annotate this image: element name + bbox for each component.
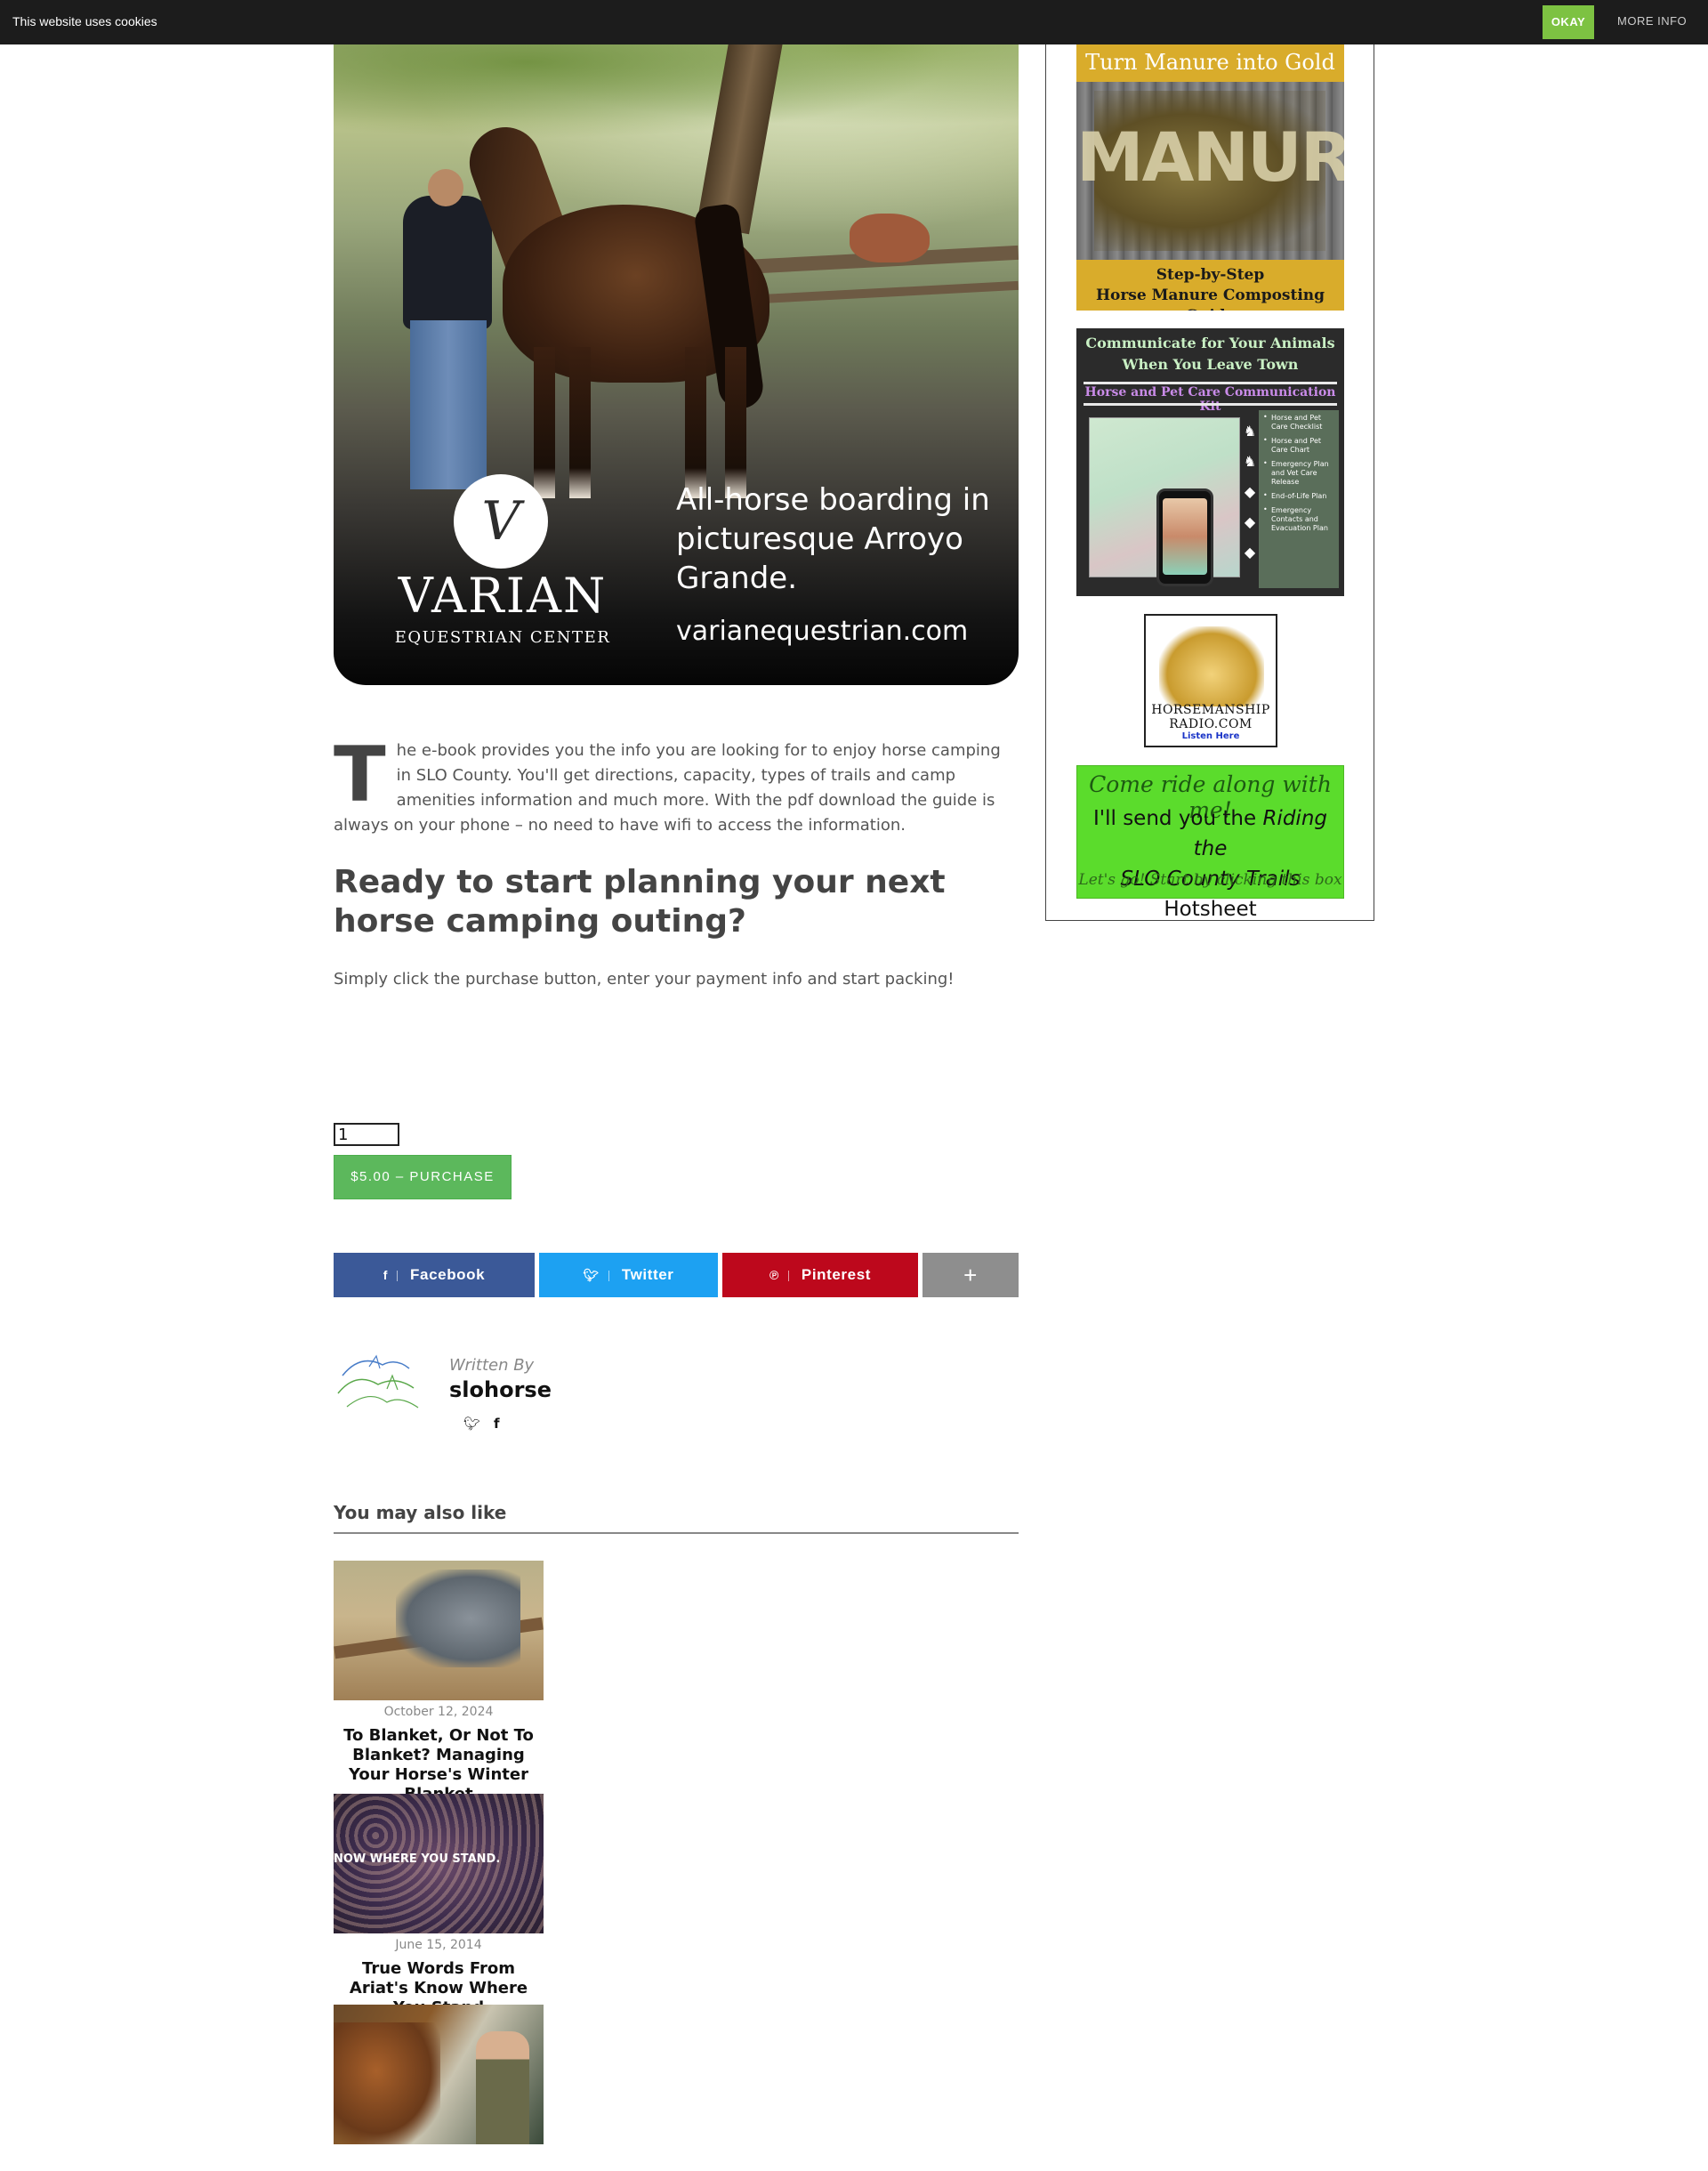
manure-guide-ad[interactable]: Turn Manure into Gold MANURE Step-by-Ste… [1076,43,1344,311]
quantity-input[interactable] [334,1123,399,1146]
related-date: June 15, 2014 [395,1938,482,1952]
horsemanship-radio-ad[interactable]: HORSEMANSHIP RADIO.COM Listen Here [1144,614,1277,747]
radio-ad-line-2: RADIO.COM [1169,717,1253,731]
kit-ad-title-1: Communicate for Your Animals [1085,335,1335,351]
ride-along-ad[interactable]: Come ride along with me! I'll send you t… [1076,765,1344,921]
kit-item-list: Horse and Pet Care Checklist Horse and P… [1259,410,1339,588]
radio-listen-link[interactable]: Listen Here [1146,731,1276,741]
dropcap: T [334,730,386,819]
radio-ad-line-1: HORSEMANSHIP [1151,703,1270,717]
varian-logo-icon: V [454,474,548,569]
cookie-bar: This website uses cookies OKAY MORE INFO [0,0,1708,44]
share-pinterest-label: Pinterest [801,1266,872,1283]
share-facebook-label: Facebook [410,1266,486,1283]
author-name-link[interactable]: slohorse [449,1377,552,1402]
written-by-label: Written By [449,1356,535,1375]
kit-item: Emergency Contacts and Evacuation Plan [1259,503,1339,535]
pinterest-icon: ℗ [769,1268,779,1282]
article-instruction: Simply click the purchase button, enter … [334,970,955,989]
article-heading: Ready to start planning your next horse … [334,864,946,940]
kit-ad-title-2: When You Leave Town [1122,356,1299,373]
related-thumbnail[interactable]: NOW WHERE YOU STAND. [334,1794,544,1933]
manure-ad-bottom-1: Step-by-Step [1156,266,1265,284]
twitter-icon: 🐦︎ [583,1268,600,1282]
facebook-icon: f [383,1268,389,1282]
related-image-caption: NOW WHERE YOU STAND. [334,1852,501,1866]
related-date: October 12, 2024 [383,1705,494,1719]
hero-url: varianequestrian.com [676,616,969,647]
hero-background-horse [850,214,930,262]
pet-icons: ♞ ♞ ◆ ◆ ◆ [1243,424,1257,561]
hero-horse-leg [569,347,591,498]
author-facebook-icon[interactable]: f [494,1416,500,1432]
share-pinterest-button[interactable]: ℗ Pinterest [722,1253,918,1297]
cookie-notice-text: This website uses cookies [12,14,157,28]
related-thumbnail[interactable] [334,1561,544,1700]
related-heading: You may also like [334,1502,1019,1534]
plus-icon: + [963,1262,978,1288]
hero-brand: VARIAN [398,568,608,624]
article-intro: T he e-book provides you the info you ar… [334,730,1019,838]
hero-brand-sub: EQUESTRIAN CENTER [394,628,611,647]
varian-equestrian-ad[interactable]: V VARIAN EQUESTRIAN CENTER All-horse boa… [334,0,1019,685]
share-more-button[interactable]: + [922,1253,1019,1297]
hero-man [385,169,501,498]
kit-item: Horse and Pet Care Chart [1259,433,1339,456]
gold-horse-icon [1159,626,1264,706]
ride-ad-line-2: I'll send you the Riding the SLO County T… [1093,807,1327,921]
share-facebook-button[interactable]: f Facebook [334,1253,535,1297]
hero-horse-leg [725,347,746,498]
author-twitter-icon[interactable]: 🐦︎ [463,1416,480,1432]
article-paragraph: he e-book provides you the info you are … [334,741,1001,835]
cookie-okay-button[interactable]: OKAY [1543,5,1594,39]
kit-phone-image [1156,488,1213,586]
pet-care-kit-ad[interactable]: Communicate for Your Animals When You Lea… [1076,328,1344,596]
kit-item: End-of-Life Plan [1259,488,1339,503]
hero-horse-leg [685,347,706,498]
related-title-link[interactable]: To Blanket, Or Not To Blanket? Managing … [334,1726,544,1804]
kit-item: Emergency Plan and Vet Care Release [1259,456,1339,488]
manure-ad-word: MANURE [1076,117,1344,197]
sidebar: Turn Manure into Gold MANURE Step-by-Ste… [1045,0,1374,921]
share-twitter-label: Twitter [621,1266,674,1283]
kit-item: Horse and Pet Care Checklist [1259,410,1339,433]
share-twitter-button[interactable]: 🐦︎ Twitter [539,1253,718,1297]
hero-tagline: All-horse boarding in picturesque Arroyo… [676,482,990,596]
author-avatar[interactable] [334,1349,423,1420]
manure-ad-bottom-2: Horse Manure Composting Guide [1095,287,1325,311]
ride-ad-line-4: Let's go! Start by clicking this box [1078,871,1342,889]
related-thumbnail[interactable] [334,2005,544,2144]
purchase-button[interactable]: $5.00 – PURCHASE [334,1155,512,1199]
cookie-more-info-link[interactable]: MORE INFO [1617,14,1687,28]
manure-ad-top: Turn Manure into Gold [1085,50,1335,75]
